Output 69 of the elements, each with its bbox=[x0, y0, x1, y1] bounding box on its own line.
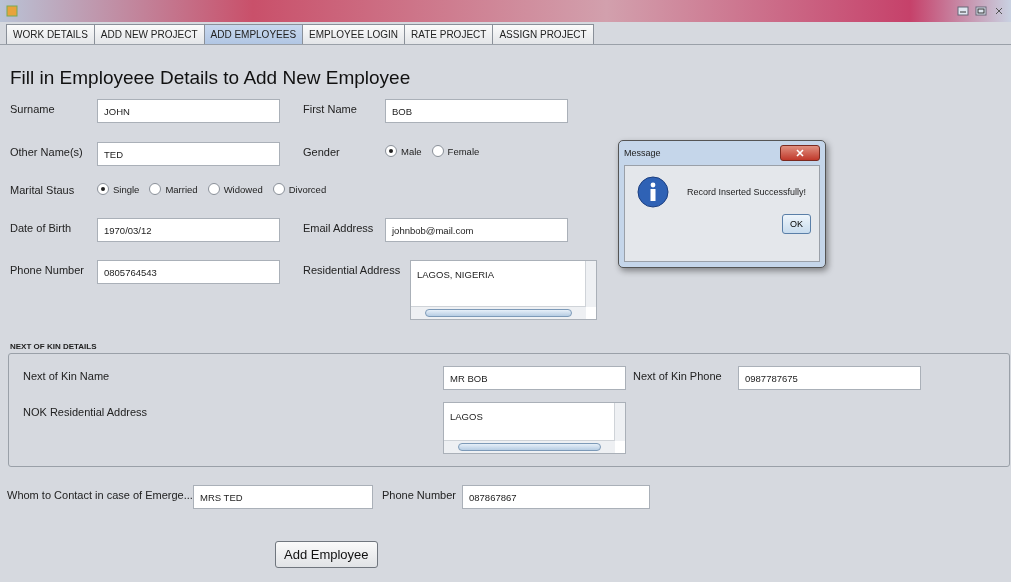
minimize-icon[interactable] bbox=[957, 6, 969, 16]
field-label: Gender bbox=[303, 145, 341, 158]
close-icon bbox=[796, 149, 804, 157]
radio-label: Single bbox=[113, 183, 140, 195]
horizontal-scrollbar[interactable] bbox=[444, 440, 615, 453]
text-field[interactable]: johnbob@mail.com bbox=[385, 218, 568, 242]
form-heading: Fill in Employeee Details to Add New Employee bbox=[10, 67, 412, 89]
radio-button[interactable] bbox=[97, 183, 109, 195]
tab[interactable]: WORK DETAILS bbox=[6, 24, 95, 44]
close-icon[interactable] bbox=[993, 6, 1005, 16]
text-field[interactable]: JOHN bbox=[97, 99, 280, 123]
field-label: First Name bbox=[303, 102, 358, 115]
radio-button[interactable] bbox=[149, 183, 162, 195]
vertical-scrollbar[interactable] bbox=[614, 403, 625, 441]
radio-button[interactable] bbox=[385, 145, 397, 157]
radio-option[interactable]: Single bbox=[97, 183, 140, 195]
radio-label: Divorced bbox=[288, 183, 327, 195]
radio-button[interactable] bbox=[207, 183, 220, 195]
tab[interactable]: ASSIGN PROJECT bbox=[492, 24, 594, 44]
vertical-scrollbar[interactable] bbox=[585, 261, 596, 307]
info-icon bbox=[637, 176, 669, 208]
close-button[interactable] bbox=[780, 145, 820, 161]
tab[interactable]: RATE PROJECT bbox=[404, 24, 494, 44]
tab[interactable]: ADD EMPLOYEES bbox=[203, 24, 304, 44]
text-area-value: LAGOS bbox=[450, 411, 483, 422]
ok-button[interactable]: OK bbox=[782, 214, 811, 234]
section-title: NEXT OF KIN DETAILS bbox=[10, 342, 98, 351]
radio-label: Widowed bbox=[223, 183, 263, 195]
dialog-title: Message bbox=[624, 148, 661, 158]
tab[interactable]: EMPLOYEE LOGIN bbox=[302, 24, 405, 44]
text-area-value: LAGOS, NIGERIA bbox=[417, 269, 495, 280]
text-field[interactable]: 0987787675 bbox=[738, 366, 921, 390]
field-label: Phone Number bbox=[10, 263, 85, 276]
radio-label: Female bbox=[447, 145, 480, 157]
radio-option[interactable]: Male bbox=[385, 145, 422, 157]
app-icon bbox=[6, 5, 18, 17]
horizontal-scrollbar[interactable] bbox=[411, 306, 586, 319]
dialog-message: Record Inserted Successfully! bbox=[687, 187, 807, 197]
text-field[interactable]: 087867867 bbox=[462, 485, 650, 509]
radio-option[interactable]: Female bbox=[431, 145, 480, 157]
field-label: Other Name(s) bbox=[10, 145, 84, 158]
field-label: Surname bbox=[10, 102, 56, 115]
tab[interactable]: ADD NEW PROJECT bbox=[93, 24, 205, 44]
radio-label: Married bbox=[165, 183, 198, 195]
field-label: Phone Number bbox=[381, 488, 457, 501]
add-employee-button[interactable]: Add Employee bbox=[275, 541, 378, 568]
text-field[interactable]: 0805764543 bbox=[97, 260, 280, 284]
field-label: Date of Birth bbox=[10, 221, 73, 234]
radio-label: Male bbox=[401, 145, 422, 157]
field-label: Email Address bbox=[303, 221, 375, 234]
text-area[interactable]: LAGOS bbox=[443, 402, 626, 454]
radio-button[interactable] bbox=[431, 145, 444, 157]
field-label: NOK Residential Address bbox=[23, 405, 149, 418]
text-field[interactable]: TED bbox=[97, 142, 280, 166]
field-label: Next of Kin Phone bbox=[632, 369, 723, 382]
radio-button[interactable] bbox=[272, 183, 285, 195]
field-label: Next of Kin Name bbox=[23, 369, 111, 382]
field-label: Residential Address bbox=[303, 263, 402, 276]
radio-option[interactable]: Widowed bbox=[207, 183, 263, 195]
text-field[interactable]: MRS TED bbox=[193, 485, 373, 509]
text-field[interactable]: BOB bbox=[385, 99, 568, 123]
text-field[interactable]: 1970/03/12 bbox=[97, 218, 280, 242]
field-label: Whom to Contact in case of Emerge... bbox=[7, 488, 193, 501]
maximize-icon[interactable] bbox=[975, 6, 987, 16]
radio-option[interactable]: Married bbox=[149, 183, 198, 195]
text-field[interactable]: MR BOB bbox=[443, 366, 626, 390]
radio-option[interactable]: Divorced bbox=[272, 183, 327, 195]
text-area[interactable]: LAGOS, NIGERIA bbox=[410, 260, 597, 320]
field-label: Marital Staus bbox=[10, 183, 76, 196]
